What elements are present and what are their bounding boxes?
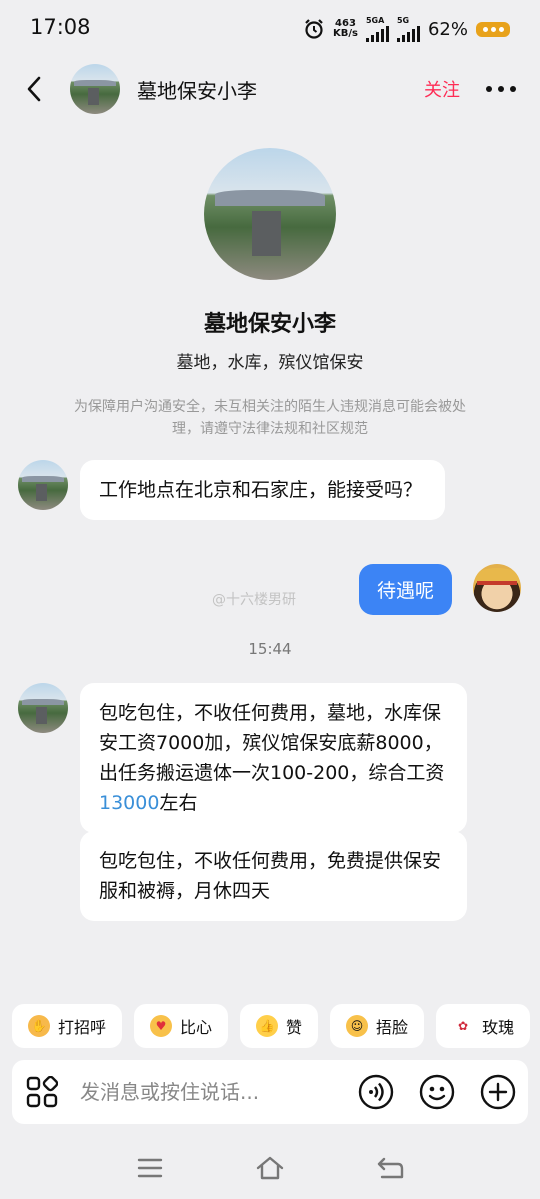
safety-notice: 为保障用户沟通安全，未互相关注的陌生人违规消息可能会被处理，请遵守法律法规和社区… [74,399,466,437]
nav-back-icon[interactable] [376,1155,404,1181]
quick-reply-heart[interactable]: ♥ 比心 [134,1004,229,1048]
incoming-message[interactable]: 包吃包住，不收任何费用，墓地，水库保安工资7000加，殡仪馆保安底薪8000，出… [80,683,467,833]
status-icons: 463 KB/s 5GA 5G 62% [303,15,510,43]
quick-reply-label: 比心 [180,1018,213,1037]
more-options-icon[interactable] [486,86,516,92]
nav-home-icon[interactable] [255,1155,285,1181]
nav-menu-icon[interactable] [137,1157,163,1179]
facepalm-emoji-icon: ☺ [346,1015,369,1037]
watermark: @十六楼男研 [212,592,296,608]
quick-reply-label: 捂脸 [376,1018,409,1037]
chat-screen: 17:08 463 KB/s 5GA 5G 62% 墓地保安小李 关注 墓地保安… [0,0,540,1199]
profile-avatar[interactable] [204,148,336,280]
header-avatar[interactable] [70,64,120,114]
wave-emoji-icon: ✋ [28,1015,50,1037]
profile-bio: 墓地，水库，殡仪馆保安 [176,353,364,373]
message-text: 工作地点在北京和石家庄，能接受吗？ [99,479,423,501]
network-speed-unit: KB/s [333,28,358,39]
quick-reply-label: 打招呼 [58,1018,107,1037]
follow-button[interactable]: 关注 [424,76,460,102]
signal-5ga-icon: 5GA [365,16,389,42]
signal-5g-icon: 5G [396,16,420,42]
quick-reply-label: 赞 [286,1018,303,1037]
signal-5ga-label: 5GA [365,16,385,25]
quick-reply-facepalm[interactable]: ☺ 捂脸 [330,1004,425,1048]
quick-reply-like[interactable]: 👍 赞 [240,1004,319,1048]
quick-reply-wave[interactable]: ✋ 打招呼 [12,1004,123,1048]
status-time: 17:08 [30,15,91,39]
incoming-message[interactable]: 工作地点在北京和石家庄，能接受吗？ [80,460,445,520]
network-speed: 463 KB/s [333,19,358,39]
rose-icon: ✿ [458,1019,469,1033]
alarm-clock-icon [305,19,323,39]
chat-header: 墓地保安小李 关注 [0,58,540,120]
battery-percent: 62% [427,18,468,40]
message-text: 包吃包住，不收任何费用，免费提供保安服和被褥，月休四天 [99,850,442,902]
status-bar: 17:08 463 KB/s 5GA 5G 62% [0,0,540,58]
signal-5g-label: 5G [396,16,410,25]
battery-icon [476,21,510,37]
message-input[interactable] [80,1078,340,1106]
message-timestamp: 15:44 [248,640,292,658]
profile-name: 墓地保安小李 [203,312,336,337]
message-input-bar [12,1060,528,1124]
outgoing-message[interactable]: 待遇呢 [359,564,453,615]
message-text: 包吃包住，不收任何费用，墓地，水库保安工资7000加，殡仪馆保安底薪8000，出… [99,702,445,784]
sender-avatar[interactable] [18,683,68,733]
sender-avatar[interactable] [18,460,68,510]
message-text: 待遇呢 [377,580,435,602]
incoming-message[interactable]: 包吃包住，不收任何费用，免费提供保安服和被褥，月休四天 [80,831,467,921]
plus-icon[interactable] [480,1074,516,1110]
apps-grid-icon[interactable] [26,1076,58,1108]
quick-reply-bar: ✋ 打招呼 ♥ 比心 👍 赞 ☺ 捂脸 ✿ 玫瑰 [12,1004,540,1048]
emoji-icon[interactable] [419,1074,455,1110]
heart-hands-emoji-icon: ♥ [150,1015,173,1037]
voice-icon[interactable] [358,1074,394,1110]
quick-reply-label: 玫瑰 [482,1018,515,1037]
back-arrow-icon[interactable] [22,74,48,104]
thumbs-up-icon: 👍 [256,1015,279,1037]
my-avatar[interactable] [473,564,521,612]
message-text: 左右 [159,792,198,814]
header-title[interactable]: 墓地保安小李 [137,75,257,104]
quick-reply-rose[interactable]: ✿ 玫瑰 [436,1004,531,1048]
salary-link[interactable]: 13000 [99,792,159,814]
